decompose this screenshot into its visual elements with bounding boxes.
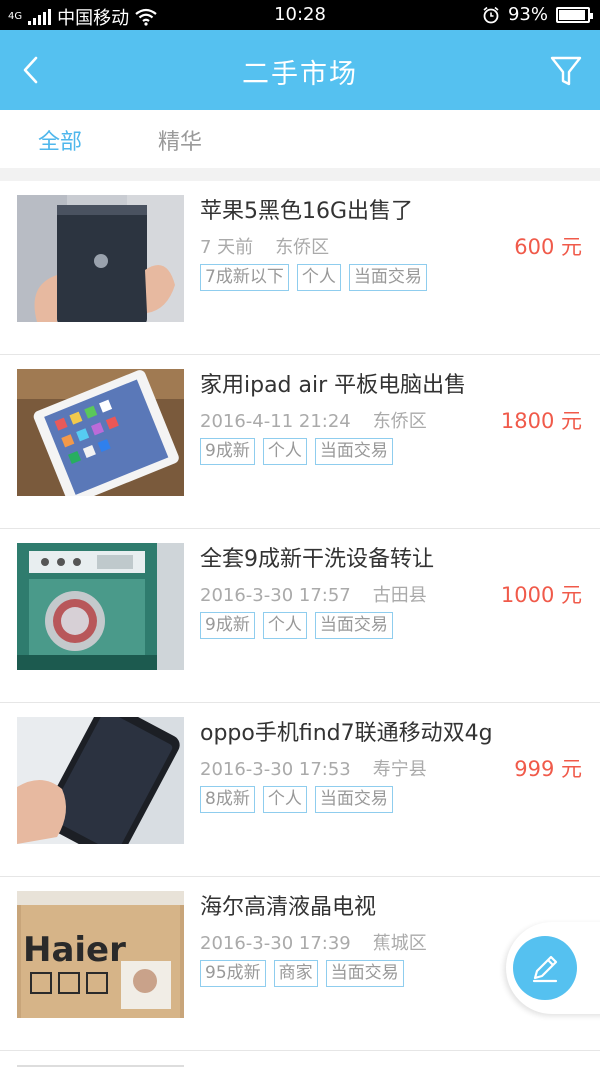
listing-tags: 9成新 个人 当面交易 [200,438,393,465]
listing-location: 东侨区 [372,411,427,432]
tab-all[interactable]: 全部 [38,124,82,156]
list-item[interactable]: oppo手机find7联通移动双4g 2016-3-30 17:53 寿宁县 99… [0,703,600,877]
listing-title: 家用ipad air 平板电脑出售 [200,373,467,398]
listing-tags: 9成新 个人 当面交易 [200,612,393,639]
listing-meta: 2016-3-30 17:57 古田县 [200,581,427,607]
listing-location: 古田县 [372,585,427,606]
listing-price: 999 元 [514,757,582,781]
listing-price: 1000 元 [500,583,582,607]
tag-condition: 9成新 [200,612,255,639]
tag-condition: 95成新 [200,960,266,987]
listing-thumbnail [17,717,184,844]
list-item[interactable]: 全套9成新干洗设备转让 2016-3-30 17:57 古田县 1000 元 9成… [0,529,600,703]
listing-price: 1800 元 [500,409,582,433]
status-right: 93% [482,4,593,25]
listing-meta: 2016-3-30 17:53 寿宁县 [200,755,427,781]
listing-title: 全套9成新干洗设备转让 [200,547,434,572]
listing-time: 7 天前 [200,237,254,258]
listing-meta: 2016-4-11 21:24 东侨区 [200,407,427,433]
tag-seller-type: 个人 [296,264,341,291]
tag-condition: 9成新 [200,438,255,465]
listing-tags: 7成新以下 个人 当面交易 [200,264,427,291]
listing-title: oppo手机find7联通移动双4g [200,721,493,746]
tag-trade-method: 当面交易 [348,264,427,291]
listing-location: 蕉城区 [372,933,427,954]
status-bar: 4G 中国移动 10:28 93% [0,0,600,30]
listing-thumbnail [17,195,184,322]
tag-seller-type: 个人 [262,786,307,813]
tag-trade-method: 当面交易 [314,438,393,465]
listing-title: 苹果5黑色16G出售了 [200,199,414,224]
listing-thumbnail [17,369,184,496]
listing-meta: 7 天前 东侨区 [200,233,329,259]
listing-tags: 95成新 商家 当面交易 [200,960,404,987]
tag-trade-method: 当面交易 [325,960,404,987]
listing-location: 寿宁县 [372,759,427,780]
tag-condition: 8成新 [200,786,255,813]
listing-location: 东侨区 [275,237,330,258]
post-listing-button[interactable] [513,936,577,1000]
tag-seller-type: 商家 [273,960,318,987]
listing-thumbnail: Haier [17,891,184,1018]
listing-time: 2016-3-30 17:39 [200,933,351,954]
tag-trade-method: 当面交易 [314,786,393,813]
filter-icon [550,56,582,86]
listing-price: 600 元 [514,235,582,259]
edit-pencil-icon [532,955,558,983]
tag-trade-method: 当面交易 [314,612,393,639]
tab-featured[interactable]: 精华 [158,124,202,156]
list-item[interactable] [0,1051,600,1067]
battery-icon [556,6,593,23]
listing-time: 2016-3-30 17:53 [200,759,351,780]
screen: 4G 中国移动 10:28 93% 二手市场 全部 精华 苹果5黑色16G出售了… [0,0,600,1067]
listing-meta: 2016-3-30 17:39 蕉城区 [200,929,427,955]
tag-seller-type: 个人 [262,438,307,465]
listing-time: 2016-4-11 21:24 [200,411,351,432]
listing-tags: 8成新 个人 当面交易 [200,786,393,813]
list-item[interactable]: 家用ipad air 平板电脑出售 2016-4-11 21:24 东侨区 180… [0,355,600,529]
listing-list: 苹果5黑色16G出售了 7 天前东侨区 600 元 7成新以下 个人 当面交易 [0,181,600,1067]
alarm-icon [483,6,499,23]
page-title: 二手市场 [242,59,358,90]
tab-bar: 全部 精华 [0,110,600,168]
listing-thumbnail [17,543,184,670]
tag-seller-type: 个人 [262,612,307,639]
filter-button[interactable] [546,48,586,92]
list-item[interactable]: 苹果5黑色16G出售了 7 天前 东侨区 600 元 7成新以下 个人 当面交易 [0,181,600,355]
thumbnail-brand-text: Haier [23,930,126,970]
tag-condition: 7成新以下 [200,264,289,291]
listing-title: 海尔高清液晶电视 [200,895,377,920]
battery-percent: 93% [507,4,548,25]
listing-time: 2016-3-30 17:57 [200,585,351,606]
app-header: 二手市场 [0,30,600,110]
